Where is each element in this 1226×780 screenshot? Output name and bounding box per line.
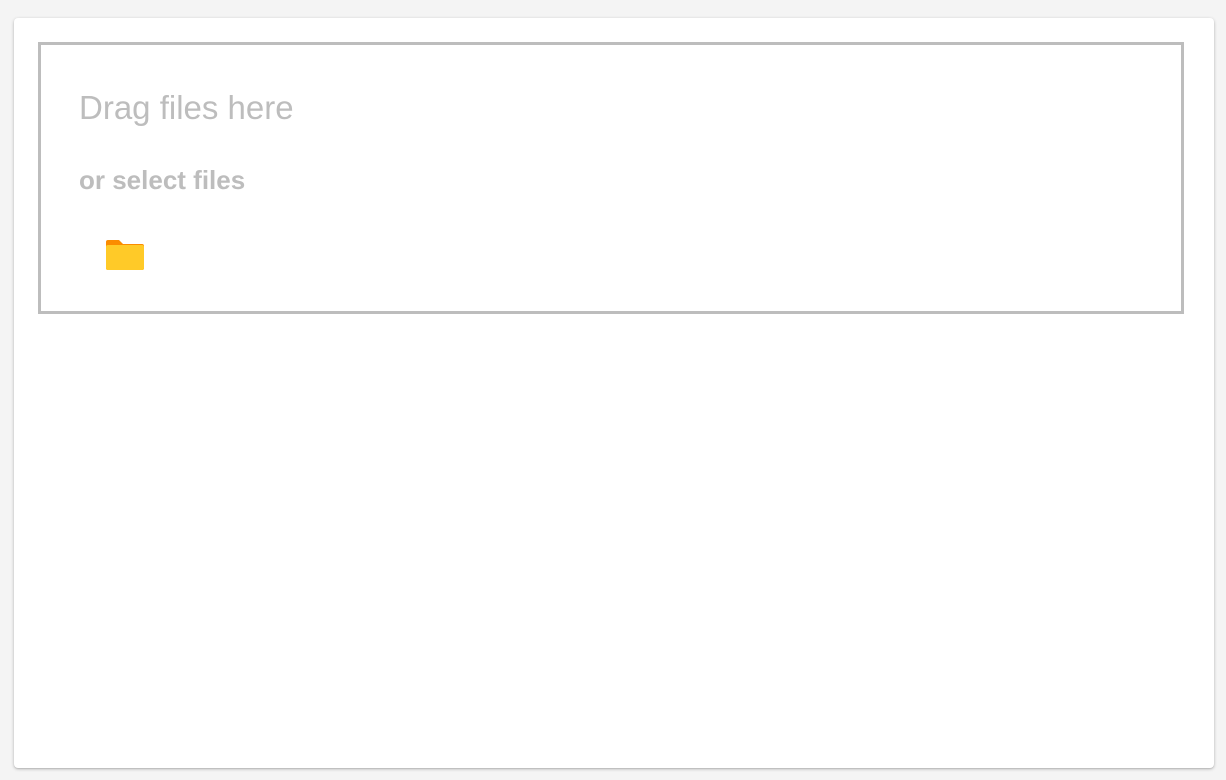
drop-zone-title: Drag files here <box>79 89 294 126</box>
select-files-button[interactable] <box>97 227 153 283</box>
folder-icon <box>106 240 144 270</box>
file-drop-zone[interactable]: Drag files here or select files <box>38 42 1184 314</box>
select-files-link[interactable]: or select files <box>79 165 245 196</box>
upload-card: Drag files here or select files <box>14 18 1214 768</box>
